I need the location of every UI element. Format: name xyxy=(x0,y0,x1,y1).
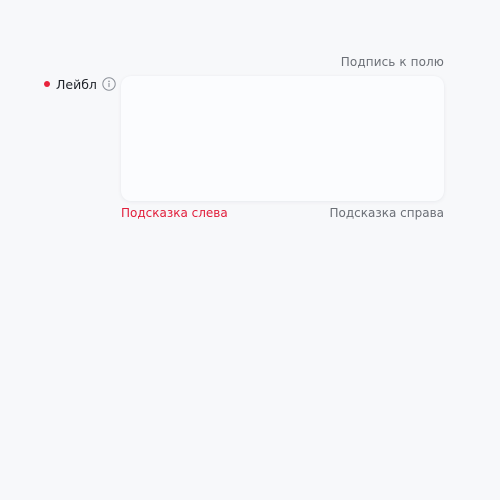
textarea-input[interactable] xyxy=(121,76,444,201)
field-caption: Подпись к полю xyxy=(340,55,444,69)
required-indicator xyxy=(44,81,50,87)
hint-right: Подсказка справа xyxy=(329,206,445,220)
field-label: Лейбл xyxy=(56,76,97,92)
info-circle-icon xyxy=(102,77,116,91)
field-label-row: Лейбл xyxy=(44,76,116,92)
form-canvas: Подпись к полю Лейбл Подсказка слева Под… xyxy=(0,0,500,500)
info-icon[interactable] xyxy=(102,77,116,91)
hint-left: Подсказка слева xyxy=(121,206,228,220)
textarea-field[interactable] xyxy=(121,76,444,201)
